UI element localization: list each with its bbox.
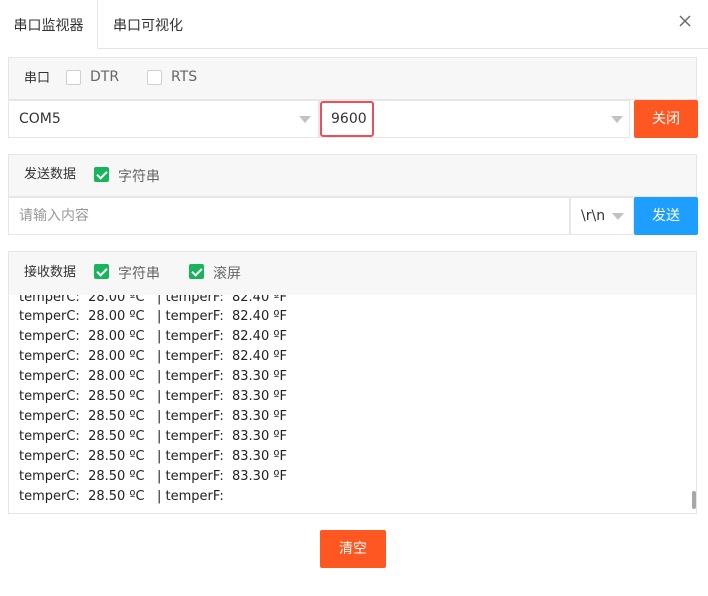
baud-value[interactable]: 9600 — [320, 101, 374, 137]
log-line: temperC: 28.50 ºC | temperF: 83.30 ºF — [19, 429, 287, 444]
log-line: temperC: 28.00 ºC | temperF: 83.30 ºF — [19, 369, 287, 384]
log-line: temperC: 28.00 ºC | temperF: 82.40 ºF — [19, 329, 287, 344]
log-line: temperC: 28.50 ºC | temperF: 83.30 ºF — [19, 469, 287, 484]
send-row: 请输入内容 \r\n 发送 — [8, 197, 698, 235]
log-line: temperC: 28.50 ºC | temperF: — [19, 489, 224, 504]
rts-label: RTS — [171, 69, 198, 85]
send-panel: 发送数据 字符串 — [8, 154, 697, 197]
tab-bar: 串口监视器 串口可视化 — [0, 0, 708, 49]
receive-log[interactable]: temperC: 28.00 ºC | temperF: 82.40 ºF te… — [8, 295, 697, 514]
close-port-button[interactable]: 关闭 — [634, 100, 698, 138]
receive-panel: 接收数据 字符串 滚屏 — [8, 251, 697, 295]
close-icon[interactable] — [676, 12, 694, 30]
port-panel: 串口 DTR RTS — [8, 57, 697, 100]
autoscroll-label: 滚屏 — [213, 266, 241, 282]
rts-checkbox[interactable] — [147, 70, 162, 85]
log-line: temperC: 28.00 ºC | temperF: 82.40 ºF — [19, 349, 287, 364]
receive-string-label: 字符串 — [118, 266, 160, 282]
clear-button[interactable]: 清空 — [320, 530, 386, 568]
log-line: temperC: 28.00 ºC | temperF: 82.40 ºF — [19, 309, 287, 324]
send-string-checkbox[interactable] — [94, 167, 109, 182]
send-data-label: 发送数据 — [24, 167, 77, 182]
port-value: COM5 — [19, 111, 61, 127]
log-scrollbar[interactable] — [692, 491, 696, 509]
log-line: temperC: 28.50 ºC | temperF: 83.30 ºF — [19, 389, 287, 404]
chevron-down-icon — [299, 116, 311, 123]
log-line: temperC: 28.50 ºC | temperF: 83.30 ºF — [19, 449, 287, 464]
tab-serial-visualizer[interactable]: 串口可视化 — [113, 0, 183, 48]
receive-panel-header: 接收数据 字符串 滚屏 — [9, 252, 696, 295]
port-select[interactable]: COM5 — [8, 100, 319, 138]
chevron-down-icon — [611, 116, 623, 123]
port-label: 串口 — [24, 71, 51, 86]
connection-row: COM5 9600 关闭 — [8, 100, 698, 138]
send-button[interactable]: 发送 — [634, 197, 698, 235]
port-panel-header: 串口 DTR RTS — [9, 58, 696, 99]
tab-serial-monitor[interactable]: 串口监视器 — [0, 0, 98, 49]
chevron-down-icon — [612, 213, 624, 220]
receive-data-label: 接收数据 — [24, 265, 77, 280]
log-line: temperC: 28.50 ºC | temperF: 83.30 ºF — [19, 409, 287, 424]
send-input-placeholder: 请输入内容 — [19, 208, 89, 224]
send-panel-header: 发送数据 字符串 — [9, 155, 696, 196]
send-input[interactable]: 请输入内容 — [8, 197, 570, 235]
receive-string-checkbox[interactable] — [94, 264, 109, 279]
line-ending-select[interactable]: \r\n — [570, 197, 634, 235]
send-string-label: 字符串 — [118, 169, 160, 185]
dtr-label: DTR — [90, 69, 120, 85]
line-ending-value: \r\n — [581, 208, 606, 224]
dtr-checkbox[interactable] — [66, 70, 81, 85]
autoscroll-checkbox[interactable] — [189, 264, 204, 279]
